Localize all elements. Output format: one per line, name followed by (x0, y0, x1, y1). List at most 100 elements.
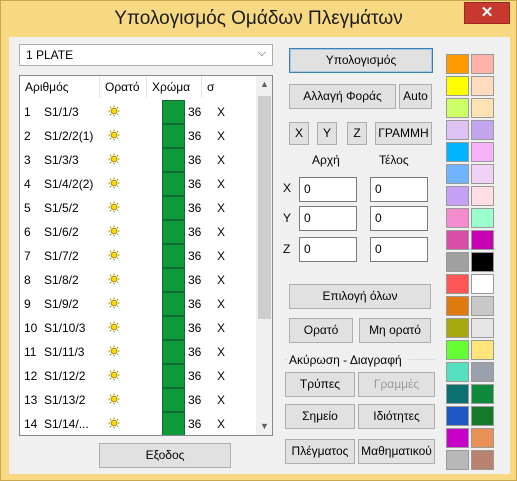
list-item[interactable]: 3 S1/3/3 36 X (20, 148, 256, 172)
x-axis-button[interactable]: X (289, 122, 309, 145)
sun-icon[interactable] (108, 345, 120, 357)
color-swatch[interactable] (162, 148, 185, 172)
sun-icon[interactable] (108, 201, 120, 213)
mesh-button[interactable]: Πλέγματος (285, 439, 355, 464)
palette-swatch[interactable] (446, 274, 469, 294)
palette-swatch[interactable] (446, 54, 469, 74)
column-header-number[interactable]: Αριθμός (20, 76, 100, 98)
color-swatch[interactable] (162, 172, 185, 196)
auto-button[interactable]: Auto (399, 84, 432, 109)
column-header-color[interactable]: Χρώμα (147, 76, 202, 98)
palette-swatch[interactable] (471, 208, 494, 228)
palette-swatch[interactable] (446, 76, 469, 96)
sun-icon[interactable] (108, 177, 120, 189)
sun-icon[interactable] (108, 297, 120, 309)
y-axis-button[interactable]: Y (317, 122, 337, 145)
palette-swatch[interactable] (446, 98, 469, 118)
palette-swatch[interactable] (471, 230, 494, 250)
math-button[interactable]: Μαθηματικού (358, 439, 435, 464)
color-swatch[interactable] (162, 244, 185, 268)
row-sigma[interactable]: X (217, 100, 225, 124)
column-header-sigma[interactable]: σ (202, 76, 256, 98)
select-all-button[interactable]: Επιλογή όλων (289, 284, 431, 309)
row-sigma[interactable]: X (217, 196, 225, 220)
palette-swatch[interactable] (446, 428, 469, 448)
point-button[interactable]: Σημείο (285, 404, 355, 429)
list-item[interactable]: 2 S1/2/2(1) 36 X (20, 124, 256, 148)
holes-button[interactable]: Τρύπες (285, 372, 355, 397)
palette-swatch[interactable] (471, 120, 494, 140)
list-item[interactable]: 8 S1/8/2 36 X (20, 268, 256, 292)
line-button[interactable]: ΓΡΑΜΜΗ (375, 122, 432, 145)
change-direction-button[interactable]: Αλλαγή Φοράς (289, 84, 396, 109)
scroll-up-icon[interactable]: ▲ (256, 76, 272, 93)
list-item[interactable]: 14 S1/14/... 36 X (20, 412, 256, 435)
list-item[interactable]: 9 S1/9/2 36 X (20, 292, 256, 316)
color-swatch[interactable] (162, 340, 185, 364)
list-item[interactable]: 12 S1/12/2 36 X (20, 364, 256, 388)
color-swatch[interactable] (162, 412, 185, 435)
row-sigma[interactable]: X (217, 316, 225, 340)
sun-icon[interactable] (108, 417, 120, 429)
row-sigma[interactable]: X (217, 292, 225, 316)
exit-button[interactable]: Εξοδος (99, 443, 231, 468)
properties-button[interactable]: Ιδιότητες (358, 404, 435, 429)
palette-swatch[interactable] (446, 252, 469, 272)
palette-swatch[interactable] (471, 76, 494, 96)
palette-swatch[interactable] (471, 362, 494, 382)
sun-icon[interactable] (108, 369, 120, 381)
palette-swatch[interactable] (471, 164, 494, 184)
palette-swatch[interactable] (446, 318, 469, 338)
not-visible-button[interactable]: Μη ορατό (359, 318, 431, 343)
color-swatch[interactable] (162, 388, 185, 412)
palette-swatch[interactable] (471, 428, 494, 448)
list-item[interactable]: 11 S1/11/3 36 X (20, 340, 256, 364)
palette-swatch[interactable] (446, 406, 469, 426)
palette-swatch[interactable] (471, 186, 494, 206)
palette-swatch[interactable] (471, 340, 494, 360)
color-swatch[interactable] (162, 100, 185, 124)
y-end-field[interactable]: 0 (370, 206, 428, 231)
calculate-button[interactable]: Υπολογισμός (289, 48, 433, 73)
sun-icon[interactable] (108, 321, 120, 333)
sun-icon[interactable] (108, 153, 120, 165)
sun-icon[interactable] (108, 225, 120, 237)
palette-swatch[interactable] (446, 120, 469, 140)
row-sigma[interactable]: X (217, 244, 225, 268)
palette-swatch[interactable] (471, 98, 494, 118)
sun-icon[interactable] (108, 105, 120, 117)
list-item[interactable]: 4 S1/4/2(2) 36 X (20, 172, 256, 196)
palette-swatch[interactable] (446, 384, 469, 404)
sun-icon[interactable] (108, 273, 120, 285)
scrollbar-thumb[interactable] (258, 96, 271, 319)
row-sigma[interactable]: X (217, 124, 225, 148)
palette-swatch[interactable] (446, 186, 469, 206)
column-header-visible[interactable]: Ορατό (100, 76, 147, 98)
list-item[interactable]: 6 S1/6/2 36 X (20, 220, 256, 244)
z-start-field[interactable]: 0 (299, 237, 357, 262)
palette-swatch[interactable] (471, 274, 494, 294)
row-sigma[interactable]: X (217, 148, 225, 172)
palette-swatch[interactable] (471, 142, 494, 162)
palette-swatch[interactable] (471, 296, 494, 316)
x-start-field[interactable]: 0 (299, 177, 357, 202)
list-item[interactable]: 1 S1/1/3 36 X (20, 100, 256, 124)
row-sigma[interactable]: X (217, 388, 225, 412)
palette-swatch[interactable] (471, 318, 494, 338)
color-swatch[interactable] (162, 124, 185, 148)
row-sigma[interactable]: X (217, 268, 225, 292)
sun-icon[interactable] (108, 249, 120, 261)
mesh-list[interactable]: Αριθμός Ορατό Χρώμα σ 1 S1/1/3 36 X 2 S1/2/2(… (19, 75, 273, 436)
sun-icon[interactable] (108, 129, 120, 141)
row-sigma[interactable]: X (217, 364, 225, 388)
palette-swatch[interactable] (446, 164, 469, 184)
row-sigma[interactable]: X (217, 412, 225, 435)
palette-swatch[interactable] (471, 384, 494, 404)
palette-swatch[interactable] (446, 296, 469, 316)
sun-icon[interactable] (108, 393, 120, 405)
row-sigma[interactable]: X (217, 340, 225, 364)
color-swatch[interactable] (162, 316, 185, 340)
list-scrollbar[interactable]: ▲ ▼ (256, 76, 272, 435)
visible-button[interactable]: Ορατό (289, 318, 353, 343)
plate-select[interactable]: 1 PLATE ⌵ (19, 44, 273, 66)
